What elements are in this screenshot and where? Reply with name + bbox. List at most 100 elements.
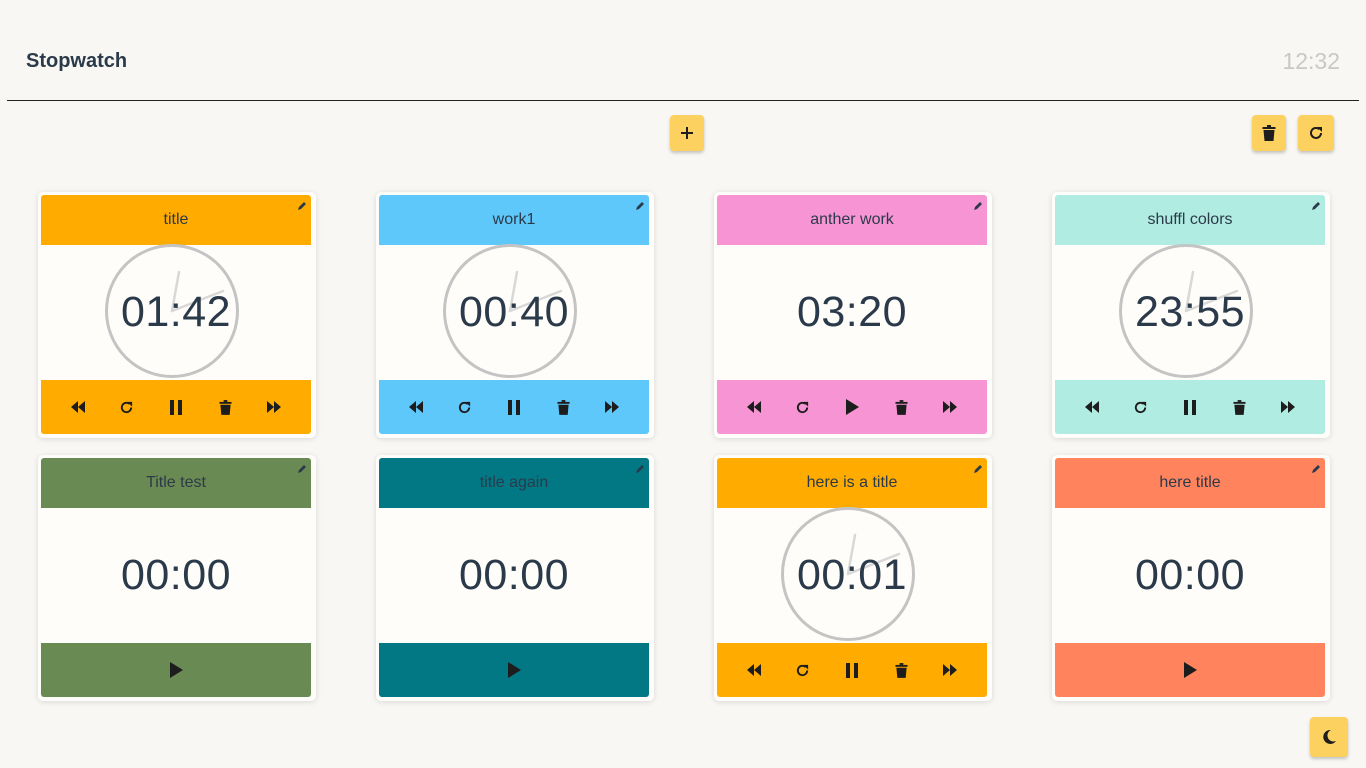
forward-button[interactable] — [939, 396, 961, 418]
redo-icon — [795, 663, 810, 678]
redo-icon — [1133, 400, 1148, 415]
card-controls — [41, 643, 311, 697]
pencil-icon[interactable] — [1311, 198, 1321, 210]
delete-button[interactable] — [1228, 396, 1250, 418]
card-controls — [717, 380, 987, 434]
card-title[interactable]: here title — [1055, 458, 1325, 508]
stopwatch-grid: title 01:42 work1 00:40 anther work 03:20 shuf… — [38, 192, 1330, 701]
card-controls — [41, 380, 311, 434]
elapsed-time: 00:00 — [458, 551, 570, 599]
card-face: 00:40 — [379, 244, 649, 380]
stopwatch-card: shuffl colors 23:55 — [1052, 192, 1330, 438]
card-title[interactable]: title — [41, 195, 311, 245]
reset-all-button[interactable] — [1298, 115, 1334, 151]
delete-all-button[interactable] — [1252, 115, 1286, 151]
pencil-icon[interactable] — [973, 198, 983, 210]
elapsed-time: 00:00 — [120, 551, 232, 599]
elapsed-time: 00:40 — [458, 288, 570, 336]
stopwatch-card: title again 00:00 — [376, 455, 654, 701]
forward-button[interactable] — [601, 396, 623, 418]
play-icon — [1183, 662, 1197, 678]
card-title[interactable]: anther work — [717, 195, 987, 245]
card-face: 03:20 — [717, 245, 987, 380]
pencil-icon[interactable] — [635, 461, 645, 473]
pause-icon — [169, 399, 182, 415]
pause-icon — [845, 662, 858, 678]
forward-button[interactable] — [939, 659, 961, 681]
card-title[interactable]: title again — [379, 458, 649, 508]
elapsed-time: 00:00 — [1134, 551, 1246, 599]
forward-button[interactable] — [1277, 396, 1299, 418]
redo-icon — [119, 400, 134, 415]
card-controls — [1055, 380, 1325, 434]
rewind-icon — [1084, 401, 1100, 413]
forward-icon — [942, 401, 958, 413]
pencil-icon[interactable] — [1311, 461, 1321, 473]
stopwatch-card: Title test 00:00 — [38, 455, 316, 701]
card-face: 23:55 — [1055, 244, 1325, 380]
stopwatch-card: here title 00:00 — [1052, 455, 1330, 701]
elapsed-time: 03:20 — [796, 288, 908, 336]
trash-icon — [219, 399, 232, 415]
elapsed-time: 01:42 — [120, 288, 232, 336]
pause-icon — [507, 399, 520, 415]
card-face: 00:00 — [1055, 508, 1325, 643]
card-title[interactable]: work1 — [379, 195, 649, 245]
add-stopwatch-button[interactable] — [670, 115, 704, 151]
play-icon — [845, 399, 859, 415]
trash-icon — [895, 399, 908, 415]
card-face: 00:00 — [41, 508, 311, 643]
delete-button[interactable] — [890, 659, 912, 681]
card-controls — [717, 643, 987, 697]
card-face: 01:42 — [41, 244, 311, 380]
delete-button[interactable] — [552, 396, 574, 418]
pause-button[interactable] — [165, 396, 187, 418]
pause-button[interactable] — [1179, 396, 1201, 418]
card-controls — [379, 643, 649, 697]
play-button[interactable] — [503, 659, 525, 681]
play-button[interactable] — [1179, 659, 1201, 681]
pause-icon — [1183, 399, 1196, 415]
trash-icon — [895, 662, 908, 678]
header-divider — [7, 100, 1359, 101]
rewind-button[interactable] — [743, 659, 765, 681]
play-icon — [507, 662, 521, 678]
current-time: 12:32 — [1282, 48, 1340, 74]
card-title[interactable]: shuffl colors — [1055, 195, 1325, 245]
pause-button[interactable] — [503, 396, 525, 418]
card-face: 00:00 — [379, 508, 649, 643]
play-button[interactable] — [165, 659, 187, 681]
pause-button[interactable] — [841, 659, 863, 681]
rewind-button[interactable] — [743, 396, 765, 418]
stopwatch-card: anther work 03:20 — [714, 192, 992, 438]
delete-button[interactable] — [214, 396, 236, 418]
rewind-icon — [70, 401, 86, 413]
card-title[interactable]: here is a title — [717, 458, 987, 508]
forward-icon — [942, 664, 958, 676]
pencil-icon[interactable] — [297, 198, 307, 210]
pencil-icon[interactable] — [297, 461, 307, 473]
pencil-icon[interactable] — [635, 198, 645, 210]
reset-button[interactable] — [1130, 396, 1152, 418]
play-button[interactable] — [841, 396, 863, 418]
stopwatch-card: title 01:42 — [38, 192, 316, 438]
trash-icon — [557, 399, 570, 415]
rewind-button[interactable] — [1081, 396, 1103, 418]
card-controls — [1055, 643, 1325, 697]
play-icon — [169, 662, 183, 678]
delete-button[interactable] — [890, 396, 912, 418]
plus-icon — [681, 127, 693, 139]
reset-button[interactable] — [454, 396, 476, 418]
trash-icon — [1233, 399, 1246, 415]
pencil-icon[interactable] — [973, 461, 983, 473]
rewind-button[interactable] — [67, 396, 89, 418]
reset-button[interactable] — [792, 659, 814, 681]
forward-button[interactable] — [263, 396, 285, 418]
card-face: 00:01 — [717, 507, 987, 643]
card-title[interactable]: Title test — [41, 458, 311, 508]
forward-icon — [1280, 401, 1296, 413]
rewind-button[interactable] — [405, 396, 427, 418]
reset-button[interactable] — [116, 396, 138, 418]
theme-toggle-button[interactable] — [1310, 717, 1348, 757]
reset-button[interactable] — [792, 396, 814, 418]
